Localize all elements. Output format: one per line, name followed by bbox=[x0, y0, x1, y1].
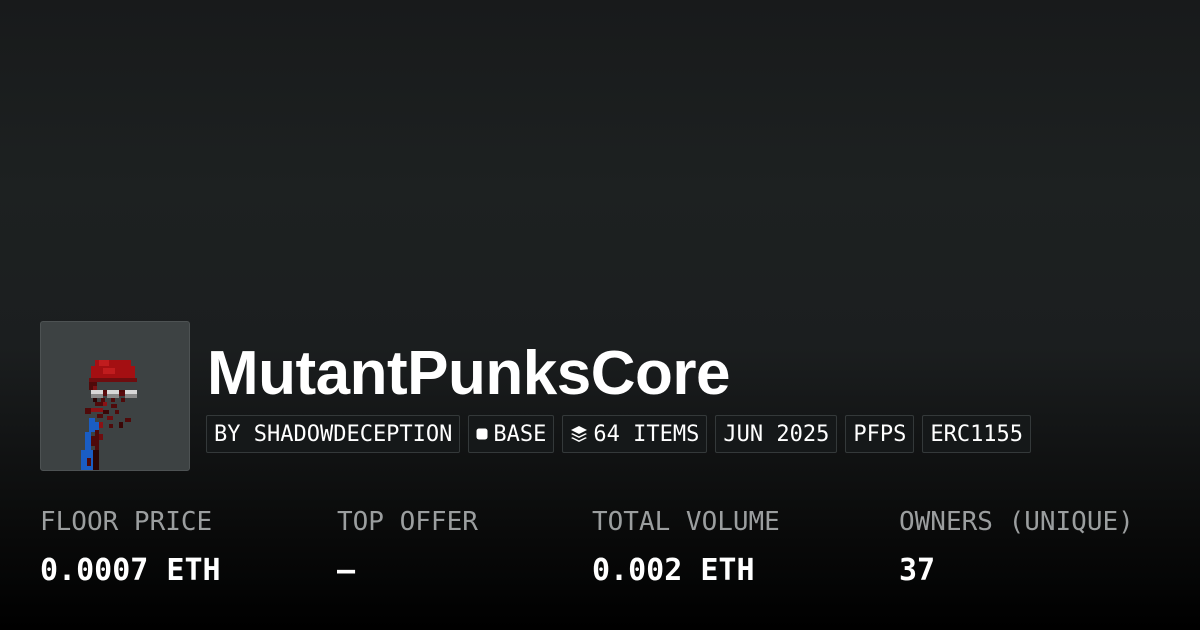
collection-tags: BY SHADOWDECEPTION BASE 64 ITEMS JUN 202… bbox=[206, 415, 1032, 453]
creator-tag-label: BY SHADOWDECEPTION bbox=[214, 421, 453, 447]
owners-stat: OWNERS (UNIQUE) 37 bbox=[899, 505, 1134, 589]
standard-tag-label: ERC1155 bbox=[930, 421, 1024, 447]
layers-icon bbox=[570, 425, 588, 443]
standard-tag: ERC1155 bbox=[922, 415, 1032, 453]
items-tag[interactable]: 64 ITEMS bbox=[562, 415, 708, 453]
total-volume-label: TOTAL VOLUME bbox=[592, 507, 780, 537]
category-tag[interactable]: PFPS bbox=[845, 415, 915, 453]
pixel-punk-avatar-icon bbox=[81, 360, 137, 470]
collection-title: MutantPunksCore bbox=[207, 339, 730, 408]
category-tag-label: PFPS bbox=[853, 421, 907, 447]
base-chain-icon bbox=[476, 428, 488, 440]
collection-avatar bbox=[40, 321, 190, 471]
collection-card: { "collection": { "name": "MutantPunksCo… bbox=[0, 0, 1200, 630]
top-offer-value: — bbox=[337, 553, 356, 588]
owners-label: OWNERS (UNIQUE) bbox=[899, 507, 1134, 537]
floor-price-value: 0.0007 ETH bbox=[40, 553, 221, 588]
date-tag: JUN 2025 bbox=[715, 415, 838, 453]
chain-tag[interactable]: BASE bbox=[468, 415, 555, 453]
top-offer-stat: TOP OFFER — bbox=[337, 505, 478, 589]
floor-price-label: FLOOR PRICE bbox=[40, 507, 213, 537]
total-volume-value: 0.002 ETH bbox=[592, 553, 755, 588]
floor-price-stat: FLOOR PRICE 0.0007 ETH bbox=[40, 505, 221, 589]
date-tag-label: JUN 2025 bbox=[723, 421, 830, 447]
total-volume-stat: TOTAL VOLUME 0.002 ETH bbox=[592, 505, 780, 589]
chain-tag-label: BASE bbox=[493, 421, 547, 447]
top-offer-label: TOP OFFER bbox=[337, 507, 478, 537]
creator-tag[interactable]: BY SHADOWDECEPTION bbox=[206, 415, 461, 453]
owners-value: 37 bbox=[899, 553, 936, 588]
items-tag-label: 64 ITEMS bbox=[593, 421, 700, 447]
